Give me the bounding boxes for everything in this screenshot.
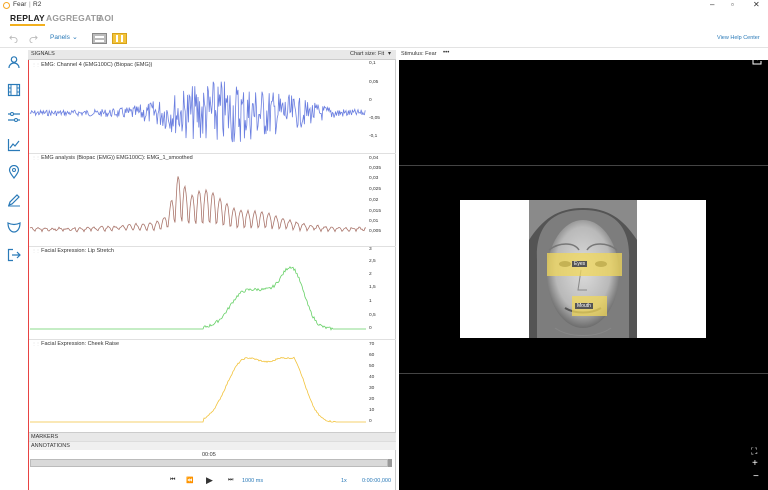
emg-smoothed-trace: [29, 176, 367, 233]
chart-lip-stretch: Facial Expression: Lip Stretch 3 2,5 2 1…: [28, 247, 396, 339]
timecode: 0:00:00,000: [362, 478, 392, 484]
study-name: R2: [33, 1, 42, 8]
pen-icon[interactable]: [7, 193, 21, 207]
stimulus-header: Stimulus: Fear •••: [399, 50, 768, 60]
emg-raw-trace: [29, 81, 366, 143]
y-tick: 20: [369, 397, 375, 402]
layout-rows-button[interactable]: [92, 33, 107, 44]
signals-header: SIGNALS Chart size: Fit ▾: [28, 50, 396, 60]
chart-size-select[interactable]: Fit: [378, 51, 384, 57]
annotations-bar: ANNOTATIONS: [28, 441, 396, 450]
y-tick: -0,1: [369, 134, 378, 139]
open-external-icon[interactable]: [752, 55, 762, 65]
timeline-scrubber[interactable]: [30, 459, 388, 467]
mask-icon[interactable]: [7, 220, 21, 234]
stimulus-divider: [399, 165, 768, 166]
lip-stretch-trace: [30, 266, 366, 331]
title-bar: Fear | R2 – ▫ ✕: [0, 0, 768, 11]
chevron-down-icon: ⌄: [72, 34, 78, 41]
y-tick: 0,005: [369, 229, 382, 234]
play-icon[interactable]: ▶: [206, 475, 213, 486]
chevron-down-icon: ▾: [388, 51, 392, 57]
stimulus-title: Stimulus: Fear: [401, 51, 437, 57]
timeline-handle[interactable]: [388, 459, 392, 467]
analytics-chart-icon[interactable]: [7, 138, 21, 152]
help-center-link[interactable]: View Help Center: [717, 35, 760, 41]
y-tick: 2,5: [369, 259, 376, 264]
main-tabs: REPLAY AGGREGATE AOI: [0, 11, 768, 28]
y-tick: 40: [369, 375, 375, 380]
y-tick: 0,05: [369, 80, 379, 85]
annotations-label: ANNOTATIONS: [31, 443, 70, 449]
panels-dropdown[interactable]: Panels: [50, 34, 70, 41]
chart-emg-analysis: EMG analysis (Biopac (EMG)) EMG100C): EM…: [28, 154, 396, 246]
y-tick: 0,1: [369, 61, 376, 66]
markers-bar: MARKERS: [28, 432, 396, 441]
undo-icon[interactable]: [9, 34, 18, 43]
maximize-icon[interactable]: ▫: [731, 0, 734, 9]
y-tick: 0,025: [369, 187, 382, 192]
step-forward-icon[interactable]: ⏭: [228, 477, 233, 484]
location-pin-icon[interactable]: [7, 165, 21, 179]
layout-columns-button[interactable]: [112, 33, 127, 44]
aoi-mouth-label: Mouth: [575, 303, 593, 309]
y-tick: 0,035: [369, 166, 382, 171]
cheek-raise-trace: [30, 356, 366, 423]
y-tick: 0: [369, 98, 372, 103]
redo-icon[interactable]: [29, 34, 38, 43]
fullscreen-icon[interactable]: ⛶: [751, 446, 757, 457]
minimize-icon[interactable]: –: [710, 0, 714, 9]
skip-back-icon[interactable]: ⏮: [170, 477, 175, 484]
y-tick: 70: [369, 342, 375, 347]
y-tick: 1,5: [369, 285, 376, 290]
chart-emg-channel4: EMG: Channel 4 (EMG100C) (Biopac (EMG)) …: [28, 61, 396, 153]
step-back-icon[interactable]: ⏪: [186, 477, 193, 484]
y-tick: 0,02: [369, 198, 379, 203]
y-tick: 0,5: [369, 313, 376, 318]
speed-select[interactable]: 1x: [341, 478, 347, 484]
tab-aggregate[interactable]: AGGREGATE: [46, 13, 102, 23]
tab-replay[interactable]: REPLAY: [10, 13, 45, 26]
close-icon[interactable]: ✕: [753, 0, 760, 9]
signals-title: SIGNALS: [31, 51, 55, 57]
timeline-time: 00:05: [202, 452, 216, 458]
y-tick: 60: [369, 353, 375, 358]
interval-select[interactable]: 1000 ms: [242, 478, 263, 484]
logout-icon[interactable]: [7, 248, 21, 262]
film-icon[interactable]: [7, 83, 21, 97]
chart-size-label: Chart size:: [350, 51, 377, 57]
stimulus-panel: Stimulus: Fear ••• Eyes Mouth ⛶ + −: [399, 50, 768, 490]
y-tick: 50: [369, 364, 375, 369]
app-logo-icon: [3, 2, 10, 9]
user-icon[interactable]: [7, 55, 21, 69]
y-tick: 30: [369, 386, 375, 391]
y-tick: 0: [369, 326, 372, 331]
title-separator: |: [29, 1, 31, 8]
y-tick: 0,04: [369, 156, 379, 161]
aoi-eyes-label: Eyes: [572, 261, 588, 267]
y-tick: -0,05: [369, 116, 380, 121]
y-tick: 0,03: [369, 176, 379, 181]
y-tick: 0,015: [369, 209, 382, 214]
toolbar: Panels ⌄ View Help Center: [0, 30, 768, 48]
zoom-out-icon[interactable]: −: [753, 471, 759, 482]
signals-panel: SIGNALS Chart size: Fit ▾ EMG: Channel 4…: [28, 50, 396, 490]
playhead-line[interactable]: [28, 60, 29, 490]
window-title: Fear: [13, 1, 27, 8]
y-tick: 10: [369, 408, 375, 413]
tab-aoi[interactable]: AOI: [98, 13, 114, 23]
chart-cheek-raise: Facial Expression: Cheek Raise 70 60 50 …: [28, 340, 396, 432]
zoom-in-icon[interactable]: +: [752, 458, 758, 469]
stimulus-divider: [399, 373, 768, 374]
left-nav: [0, 48, 28, 490]
y-tick: 0,01: [369, 219, 379, 224]
stimulus-image-frame: Eyes Mouth: [460, 200, 706, 338]
y-tick: 1: [369, 299, 372, 304]
markers-label: MARKERS: [31, 434, 59, 440]
y-tick: 2: [369, 272, 372, 277]
y-tick: 3: [369, 247, 372, 252]
more-options-icon[interactable]: •••: [443, 50, 449, 56]
y-tick: 0: [369, 419, 372, 424]
sliders-icon[interactable]: [7, 110, 21, 124]
